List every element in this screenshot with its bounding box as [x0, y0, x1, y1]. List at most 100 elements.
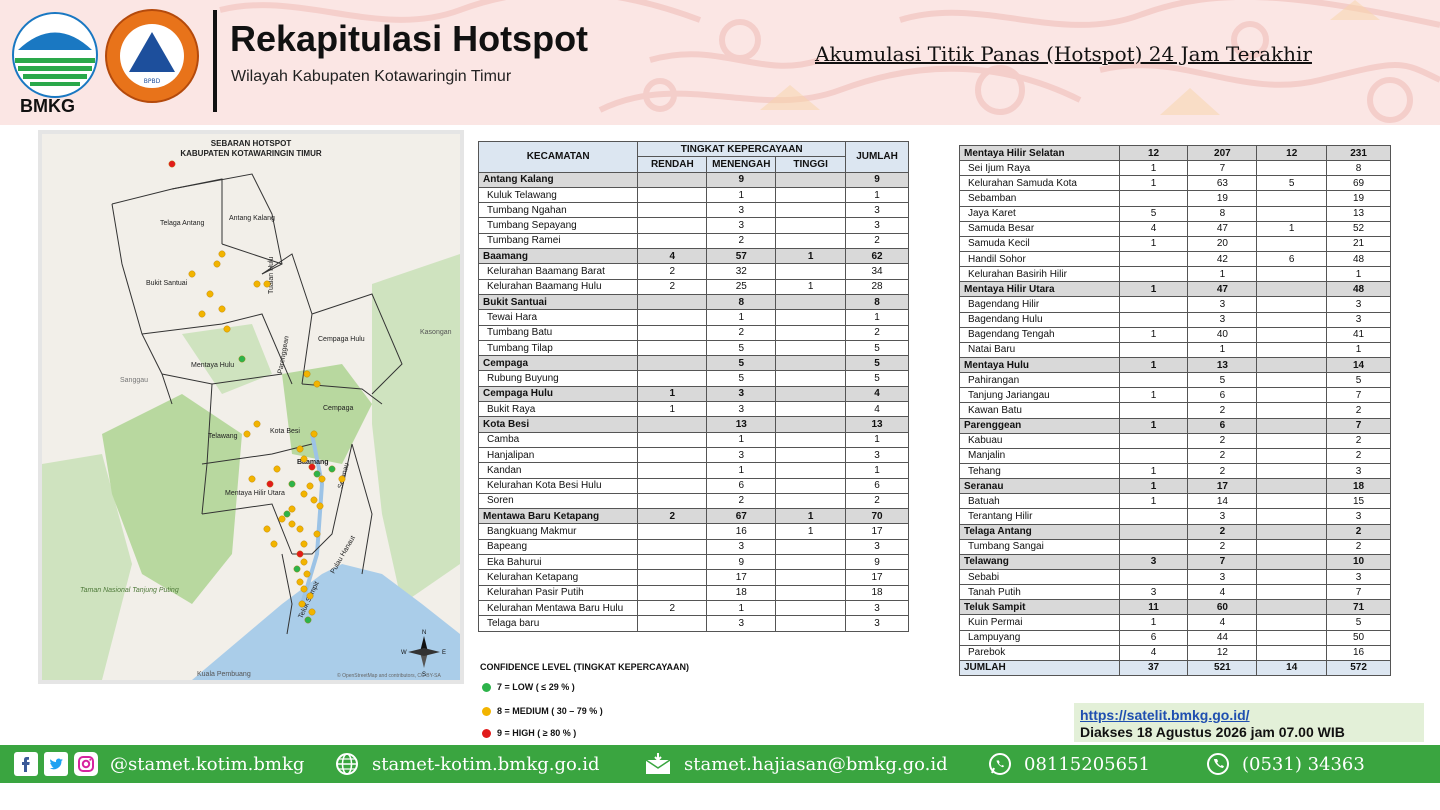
confidence-legend: CONFIDENCE LEVEL (TINGKAT KEPERCAYAAN) 7… [480, 662, 780, 738]
cell-rendah: 2 [637, 263, 708, 280]
cell-rendah: 1 [1118, 417, 1189, 434]
cell-rendah: 1 [1118, 160, 1189, 177]
instagram-icon[interactable] [74, 752, 98, 776]
hotspot-map: SEBARAN HOTSPOT KABUPATEN KOTAWARINGIN T… [38, 130, 464, 684]
cell-jumlah: 3 [1326, 462, 1391, 480]
legend-dot-high-icon [482, 728, 491, 738]
cell-rendah [1118, 266, 1189, 283]
hotspot-marker [303, 370, 311, 378]
hotspot-marker [218, 305, 226, 313]
map-title-2: KABUPATEN KOTAWARINGIN TIMUR [180, 149, 322, 158]
cell-rendah [637, 217, 708, 234]
cell-name: Hanjalipan [477, 446, 639, 464]
cell-rendah [1118, 296, 1189, 313]
hotspot-marker [273, 465, 281, 473]
map-label-tualan-hulu: Tualan Hulu [268, 256, 275, 294]
cell-rendah: 1 [637, 385, 708, 403]
cell-jumlah: 3 [1326, 508, 1391, 525]
cell-tinggi [1256, 326, 1328, 343]
desa-row: Kuin Permai 1 4 5 [959, 614, 1391, 631]
cell-jumlah: 9 [845, 171, 909, 188]
cell-menengah: 14 [1187, 493, 1258, 510]
cell-menengah: 19 [1187, 190, 1258, 207]
cell-tinggi [775, 446, 847, 464]
cell-jumlah: 9 [845, 554, 909, 571]
kecamatan-row: Mentaya Hilir Selatan 12 207 12 231 [959, 144, 1391, 162]
cell-menengah: 13 [706, 416, 777, 433]
cell-jumlah: 62 [845, 248, 909, 265]
cell-jumlah: 2 [1326, 523, 1391, 540]
map-label-bukit-santuai: Bukit Santuai [146, 280, 188, 287]
cell-menengah: 207 [1187, 144, 1258, 162]
cell-tinggi [1256, 311, 1328, 328]
cell-jumlah: 3 [1326, 296, 1391, 313]
cell-jumlah: 572 [1326, 659, 1391, 676]
website-link[interactable]: stamet-kotim.bmkg.go.id [372, 754, 600, 775]
desa-row: Kandan 1 1 [477, 462, 909, 479]
hotspot-marker [278, 515, 286, 523]
cell-rendah [1118, 190, 1189, 207]
cell-rendah [1118, 341, 1189, 358]
cell-menengah: 1 [706, 599, 777, 617]
cell-tinggi [1256, 205, 1328, 222]
cell-menengah: 18 [706, 584, 777, 601]
cell-name: Kelurahan Ketapang [477, 569, 639, 586]
hotspot-marker [313, 470, 321, 478]
cell-name: Tumbang Batu [477, 324, 639, 341]
cell-menengah: 2 [1187, 447, 1258, 464]
cell-name: Natai Baru [959, 341, 1120, 358]
phone-number[interactable]: (0531) 34363 [1242, 754, 1365, 775]
instagram-handle[interactable]: @stamet.kotim.bmkg [110, 754, 304, 775]
hotspot-marker [300, 490, 308, 498]
cell-tinggi [775, 171, 847, 188]
cell-tinggi [775, 416, 847, 433]
hotspot-marker [213, 260, 221, 268]
kecamatan-row: Seranau 1 17 18 [959, 478, 1391, 495]
hotspot-table-right: Mentaya Hilir Selatan 12 207 12 231 Sei Ijum … [959, 144, 1391, 676]
cell-jumlah: 17 [845, 523, 909, 540]
whatsapp-icon [988, 752, 1012, 776]
cell-name: Kelurahan Baamang Barat [477, 263, 639, 280]
facebook-icon[interactable] [14, 752, 38, 776]
cell-jumlah: 71 [1326, 599, 1391, 616]
compass-s: S [422, 672, 426, 678]
cell-tinggi [1256, 493, 1328, 510]
cell-jumlah: 8 [845, 293, 909, 311]
cell-jumlah: 2 [1326, 538, 1391, 555]
cell-jumlah: 10 [1326, 553, 1391, 570]
cell-tinggi [775, 477, 847, 494]
cell-name: Bangkuang Makmur [477, 523, 639, 540]
cell-menengah: 1 [1187, 266, 1258, 283]
twitter-icon[interactable] [44, 752, 68, 776]
hotspot-marker [243, 430, 251, 438]
cell-jumlah: 19 [1326, 190, 1391, 207]
cell-name: Kawan Batu [959, 402, 1120, 419]
cell-name: Sebabi [959, 568, 1120, 586]
cell-name: Kelurahan Pasir Putih [477, 584, 639, 601]
cell-menengah: 3 [706, 615, 777, 632]
cell-menengah: 4 [1187, 584, 1258, 601]
cell-jumlah: 21 [1326, 235, 1391, 252]
whatsapp-number[interactable]: 08115205651 [1024, 754, 1150, 775]
cell-jumlah: 15 [1326, 493, 1391, 510]
cell-jumlah: 2 [1326, 447, 1391, 464]
cell-name: Kelurahan Samuda Kota [959, 175, 1120, 192]
map-label-mentaya-hilir-utara: Mentaya Hilir Utara [225, 490, 285, 497]
cell-jumlah: 2 [845, 232, 909, 250]
footer-email: stamet.hajiasan@bmkg.go.id [644, 745, 948, 783]
cell-jumlah: 7 [1326, 387, 1391, 404]
cell-rendah [637, 339, 708, 357]
cell-tinggi: 1 [775, 508, 847, 525]
hotspot-marker [263, 280, 271, 288]
source-link[interactable]: https://satelit.bmkg.go.id/ [1080, 707, 1250, 723]
cell-tinggi [775, 355, 847, 372]
hotspot-marker [316, 502, 324, 510]
legend-dot-medium-icon [482, 706, 491, 716]
hotspot-marker [206, 290, 214, 298]
desa-row: Tumbang Batu 2 2 [477, 324, 909, 341]
cell-name: Batuah [959, 493, 1120, 510]
cell-name: Kuin Permai [959, 614, 1120, 631]
email-address[interactable]: stamet.hajiasan@bmkg.go.id [684, 754, 948, 775]
hotspot-marker [288, 505, 296, 513]
page-title: Rekapitulasi Hotspot [230, 18, 589, 59]
